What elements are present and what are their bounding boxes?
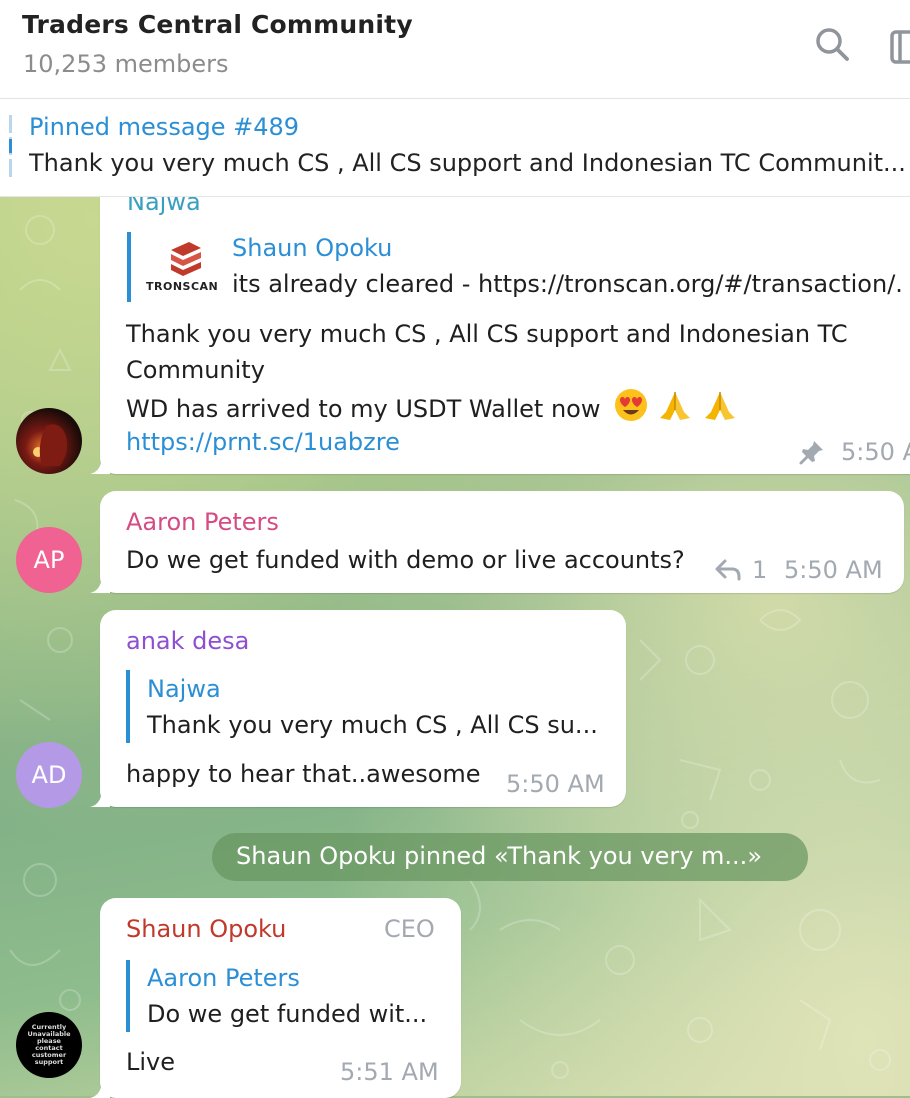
avatar-caption: Currently Unavailable please contact cus… <box>27 1023 71 1066</box>
message-text-line: Thank you very much CS , All CS support … <box>126 320 848 348</box>
reply-quote[interactable]: Aaron Peters Do we get funded wit... <box>126 960 440 1032</box>
service-text: Shaun Opoku pinned «Thank you very m...» <box>236 842 762 870</box>
pray-emoji <box>656 388 694 432</box>
chat-header[interactable]: Traders Central Community 10,253 members <box>0 0 910 99</box>
message-text: Live <box>126 1048 176 1076</box>
chat-title[interactable]: Traders Central Community <box>22 10 413 39</box>
message-time: 5:50 A <box>841 438 910 466</box>
sender-name[interactable]: Shaun Opoku <box>126 915 286 943</box>
reply-text: its already cleared - https://tronscan.o… <box>232 270 903 298</box>
reply-quote[interactable]: TRONSCAN Shaun Opoku its already cleared… <box>127 232 910 302</box>
reply-quote[interactable]: Najwa Thank you very much CS , All CS su… <box>126 670 610 743</box>
service-message-pinned[interactable]: Shaun Opoku pinned «Thank you very m...» <box>212 833 808 881</box>
tronscan-logo-text: TRONSCAN <box>146 280 219 293</box>
avatar-aaron-peters[interactable]: AP <box>16 527 82 593</box>
pinned-title: Pinned message #489 <box>29 113 300 141</box>
pinned-text: Thank you very much CS , All CS support … <box>29 149 906 177</box>
heart-eyes-emoji <box>614 388 648 432</box>
reply-sender: Najwa <box>147 675 221 703</box>
message-time: 5:50 AM <box>506 770 605 798</box>
message-anak-desa[interactable]: anak desa Najwa Thank you very much CS ,… <box>100 610 626 807</box>
pray-emoji <box>701 388 739 432</box>
replies-arrow-icon[interactable] <box>714 557 742 587</box>
tronscan-logo: TRONSCAN <box>146 238 221 298</box>
avatar-anak-desa[interactable]: AD <box>16 742 82 808</box>
reply-sender: Aaron Peters <box>147 964 300 992</box>
message-text: Do we get funded with demo or live accou… <box>126 546 685 574</box>
reply-text: Do we get funded wit... <box>147 1000 428 1028</box>
reply-count[interactable]: 1 <box>752 556 767 584</box>
message-shaun-opoku[interactable]: Shaun Opoku CEO Aaron Peters Do we get f… <box>100 898 461 1098</box>
admin-badge: CEO <box>384 915 435 943</box>
message-link[interactable]: https://prnt.sc/1uabzre <box>126 424 400 460</box>
sender-name[interactable]: Aaron Peters <box>126 508 279 536</box>
message-aaron-peters[interactable]: Aaron Peters Do we get funded with demo … <box>100 491 904 593</box>
pin-icon <box>798 438 826 470</box>
message-najwa[interactable]: Najwa TRONSCAN Shaun Opoku its already c… <box>100 150 910 474</box>
message-text: WD has arrived to my USDT Wallet now <box>126 395 601 423</box>
message-time: 5:50 AM <box>784 556 883 584</box>
search-icon[interactable] <box>812 24 854 66</box>
pinned-message-overlay: Pinned message #489 Thank you very much … <box>0 99 910 197</box>
reply-text: Thank you very much CS , All CS su... <box>147 711 598 739</box>
sender-name[interactable]: anak desa <box>126 627 249 655</box>
avatar-shaun-opoku[interactable]: Currently Unavailable please contact cus… <box>16 1012 82 1078</box>
pinned-indicator-active <box>9 139 12 153</box>
message-time: 5:51 AM <box>340 1058 439 1086</box>
member-count: 10,253 members <box>23 50 229 78</box>
message-text-line: Community <box>126 356 265 384</box>
message-text: happy to hear that..awesome <box>126 760 481 788</box>
reply-sender: Shaun Opoku <box>232 234 393 262</box>
sidebar-toggle-icon[interactable] <box>888 26 910 66</box>
avatar-najwa[interactable] <box>16 408 82 474</box>
